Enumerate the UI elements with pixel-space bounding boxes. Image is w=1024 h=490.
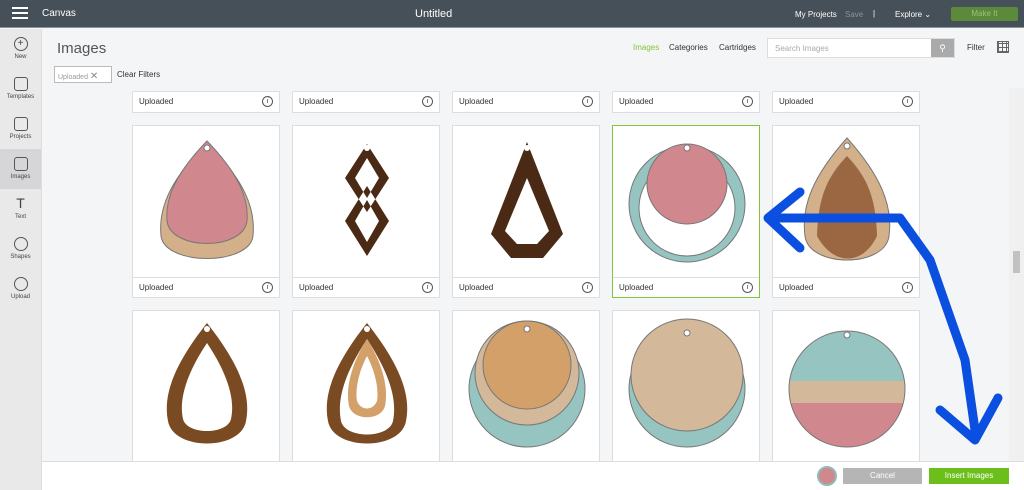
annotation-arrow xyxy=(763,187,1003,445)
